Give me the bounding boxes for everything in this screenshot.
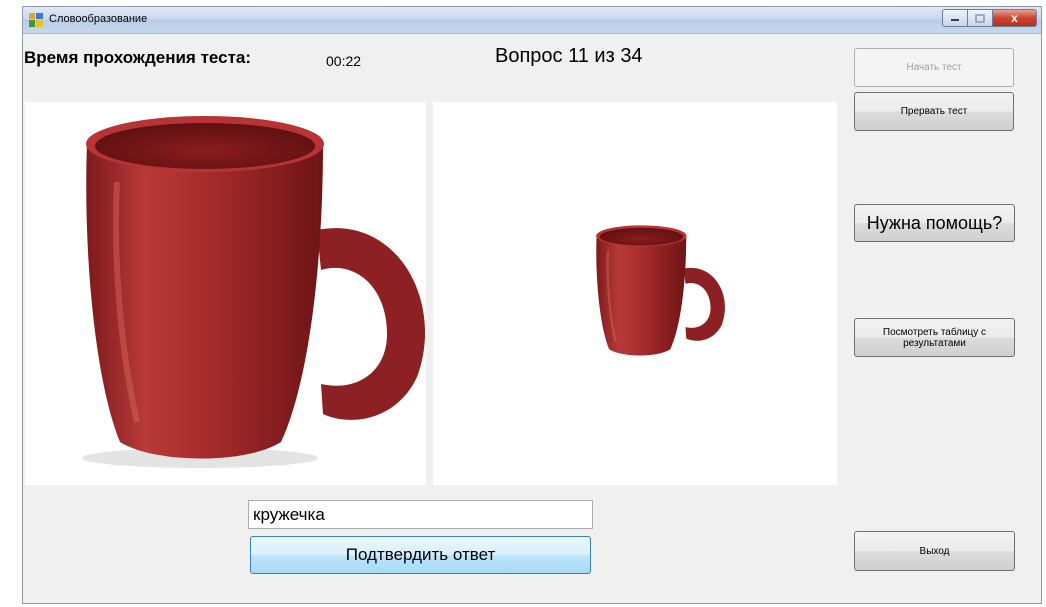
maximize-icon — [975, 13, 985, 23]
window-title: Словообразование — [49, 13, 148, 25]
window-controls: x — [942, 9, 1037, 28]
minimize-icon — [951, 19, 959, 21]
stop-test-button[interactable]: Прервать тест — [854, 92, 1014, 131]
view-results-button[interactable]: Посмотреть таблицу с результатами — [854, 318, 1015, 357]
red-mug-small-image — [596, 225, 726, 356]
timer-value: 00:22 — [326, 53, 362, 69]
maximize-button[interactable] — [968, 9, 993, 27]
time-label: Время прохождения теста: — [24, 48, 252, 67]
close-icon: x — [1011, 11, 1018, 25]
close-button[interactable]: x — [993, 9, 1037, 27]
submit-answer-button[interactable]: Подтвердить ответ — [250, 536, 591, 574]
title-bar[interactable]: Словообразование x — [23, 7, 1041, 34]
exit-button[interactable]: Выход — [854, 531, 1015, 571]
help-button[interactable]: Нужна помощь? — [854, 204, 1015, 242]
red-mug-large-image — [82, 116, 426, 468]
picture-box-left — [25, 102, 426, 485]
question-counter: Вопрос 11 из 34 — [495, 45, 643, 67]
start-test-button[interactable]: Начать тест — [854, 48, 1014, 87]
app-icon — [29, 13, 43, 27]
answer-input[interactable] — [248, 500, 593, 529]
minimize-button[interactable] — [942, 9, 968, 27]
picture-box-right — [433, 102, 837, 485]
